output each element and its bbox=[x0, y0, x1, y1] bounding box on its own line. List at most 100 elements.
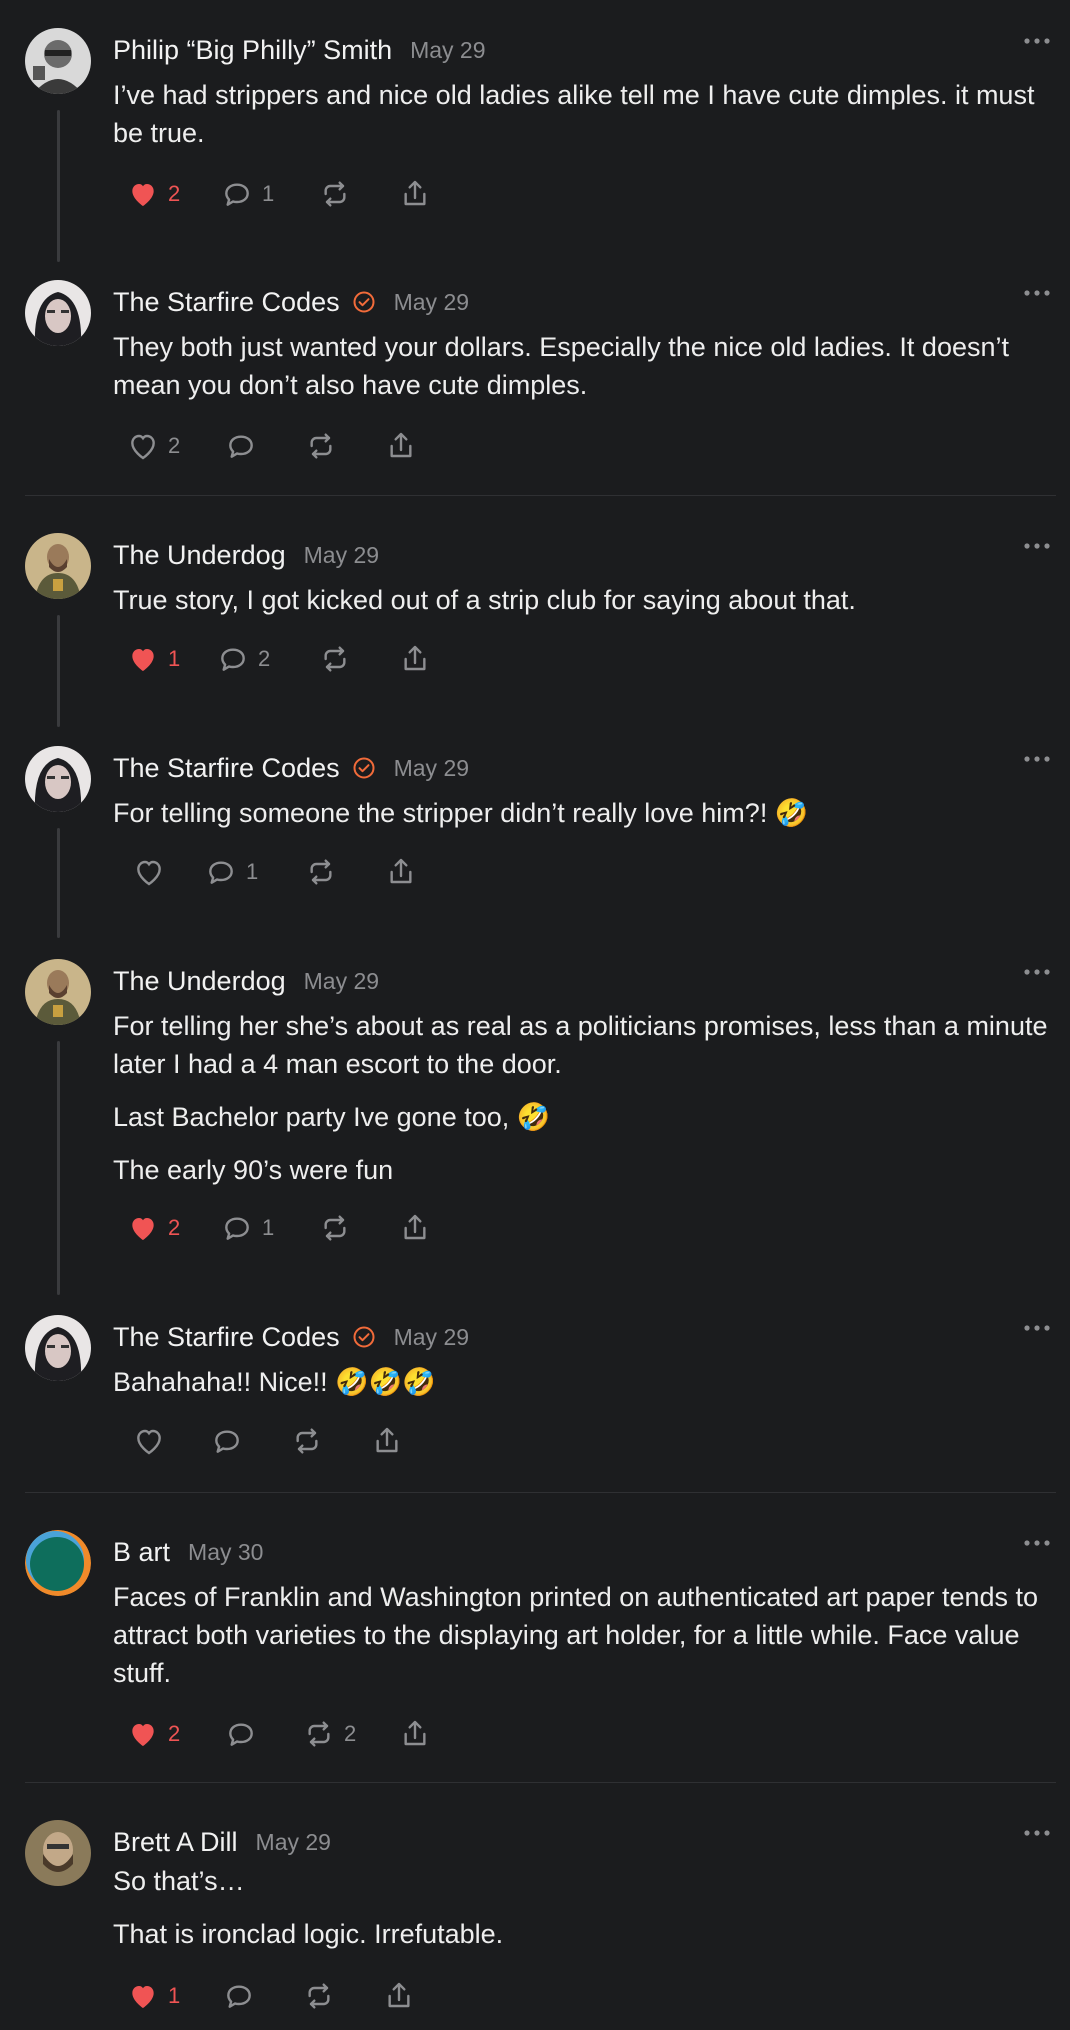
share-icon bbox=[404, 645, 426, 671]
share-button[interactable] bbox=[398, 641, 432, 677]
share-icon bbox=[390, 432, 412, 458]
post-date[interactable]: May 29 bbox=[304, 968, 379, 995]
more-icon[interactable] bbox=[1023, 1321, 1051, 1335]
avatar[interactable] bbox=[25, 746, 91, 812]
repost-icon bbox=[308, 1721, 330, 1747]
repost-button[interactable] bbox=[290, 1423, 324, 1459]
post-text: Faces of Franklin and Washington printed… bbox=[113, 1582, 1039, 1688]
reply-button[interactable]: 2 bbox=[216, 641, 270, 677]
reply-button[interactable] bbox=[222, 1978, 256, 2014]
like-button[interactable] bbox=[132, 1423, 166, 1459]
verified-badge-icon bbox=[353, 1326, 375, 1348]
repost-button[interactable] bbox=[304, 428, 338, 464]
post-date[interactable]: May 29 bbox=[394, 289, 469, 316]
repost-icon bbox=[296, 1428, 318, 1454]
comment-icon bbox=[209, 861, 233, 884]
repost-icon bbox=[310, 433, 332, 459]
author-name[interactable]: Brett A Dill bbox=[113, 1827, 238, 1858]
avatar[interactable] bbox=[25, 1530, 91, 1596]
reply-button[interactable]: 1 bbox=[220, 176, 274, 212]
share-button[interactable] bbox=[398, 176, 432, 212]
heart-icon bbox=[132, 184, 154, 206]
divider bbox=[25, 1782, 1056, 1783]
reply-button[interactable] bbox=[224, 1716, 258, 1752]
avatar[interactable] bbox=[25, 1820, 91, 1886]
reply-count: 1 bbox=[262, 1215, 275, 1240]
verified-badge-icon bbox=[353, 757, 375, 779]
author-name[interactable]: B art bbox=[113, 1537, 170, 1568]
more-icon[interactable] bbox=[1023, 1826, 1051, 1840]
repost-button[interactable] bbox=[318, 176, 352, 212]
share-icon bbox=[376, 1427, 398, 1453]
reply-button[interactable]: 1 bbox=[204, 854, 258, 890]
avatar[interactable] bbox=[25, 28, 91, 94]
avatar[interactable] bbox=[25, 533, 91, 599]
post-date[interactable]: May 29 bbox=[256, 1829, 331, 1856]
like-count: 2 bbox=[168, 433, 181, 458]
share-icon bbox=[404, 1214, 426, 1240]
divider bbox=[25, 1492, 1056, 1493]
more-icon[interactable] bbox=[1023, 286, 1051, 300]
repost-button[interactable] bbox=[318, 641, 352, 677]
avatar[interactable] bbox=[25, 280, 91, 346]
author-name[interactable]: The Starfire Codes bbox=[113, 753, 340, 784]
reply-button[interactable]: 1 bbox=[220, 1210, 274, 1246]
repost-button[interactable] bbox=[302, 1978, 336, 2014]
more-icon[interactable] bbox=[1023, 539, 1051, 553]
like-button[interactable]: 1 bbox=[126, 1978, 180, 2014]
heart-icon bbox=[132, 1986, 154, 2008]
repost-button[interactable] bbox=[304, 854, 338, 890]
share-button[interactable] bbox=[382, 1978, 416, 2014]
comment-icon bbox=[229, 1723, 253, 1746]
like-button[interactable] bbox=[132, 854, 166, 890]
repost-button[interactable] bbox=[318, 1210, 352, 1246]
repost-icon bbox=[310, 859, 332, 885]
comment-icon bbox=[229, 435, 253, 458]
like-button[interactable]: 2 bbox=[126, 1716, 180, 1752]
author-name[interactable]: The Starfire Codes bbox=[113, 1322, 340, 1353]
post-header: The Underdog May 29 bbox=[113, 533, 379, 577]
comment-icon bbox=[225, 1217, 249, 1240]
like-button[interactable]: 1 bbox=[126, 641, 180, 677]
thread-line bbox=[57, 1041, 60, 1295]
thread-line bbox=[57, 828, 60, 938]
avatar[interactable] bbox=[25, 959, 91, 1025]
post-text: Bahahaha!! Nice!! 🤣🤣🤣 bbox=[113, 1367, 436, 1397]
author-name[interactable]: The Starfire Codes bbox=[113, 287, 340, 318]
post-date[interactable]: May 29 bbox=[304, 542, 379, 569]
more-icon[interactable] bbox=[1023, 752, 1051, 766]
share-button[interactable] bbox=[384, 854, 418, 890]
like-count: 2 bbox=[168, 181, 181, 206]
post-date[interactable]: May 29 bbox=[394, 755, 469, 782]
author-name[interactable]: The Underdog bbox=[113, 540, 286, 571]
share-button[interactable] bbox=[398, 1210, 432, 1246]
like-button[interactable]: 2 bbox=[126, 176, 180, 212]
more-icon[interactable] bbox=[1023, 1536, 1051, 1550]
reply-button[interactable] bbox=[224, 428, 258, 464]
post-date[interactable]: May 29 bbox=[394, 1324, 469, 1351]
post-date[interactable]: May 29 bbox=[410, 37, 485, 64]
like-button[interactable]: 2 bbox=[126, 428, 180, 464]
repost-button[interactable]: 2 bbox=[302, 1716, 356, 1752]
post-header: The Starfire Codes May 29 bbox=[113, 280, 469, 324]
comment-icon bbox=[225, 183, 249, 206]
post-body: So that’s… That is ironclad logic. Irref… bbox=[113, 1862, 1058, 1968]
thread-line bbox=[57, 615, 60, 727]
post-header: Brett A Dill May 29 bbox=[113, 1820, 331, 1864]
share-button[interactable] bbox=[398, 1716, 432, 1752]
repost-icon bbox=[324, 181, 346, 207]
avatar[interactable] bbox=[25, 1315, 91, 1381]
author-name[interactable]: Philip “Big Philly” Smith bbox=[113, 35, 392, 66]
share-button[interactable] bbox=[370, 1423, 404, 1459]
more-icon[interactable] bbox=[1023, 965, 1051, 979]
repost-icon bbox=[308, 1983, 330, 2009]
like-count: 1 bbox=[168, 1983, 181, 2008]
heart-icon bbox=[137, 860, 161, 886]
share-button[interactable] bbox=[384, 428, 418, 464]
reply-button[interactable] bbox=[210, 1423, 244, 1459]
author-name[interactable]: The Underdog bbox=[113, 966, 286, 997]
more-icon[interactable] bbox=[1023, 34, 1051, 48]
post-date[interactable]: May 30 bbox=[188, 1539, 263, 1566]
post-body: For telling someone the stripper didn’t … bbox=[113, 794, 1058, 847]
like-button[interactable]: 2 bbox=[126, 1210, 180, 1246]
